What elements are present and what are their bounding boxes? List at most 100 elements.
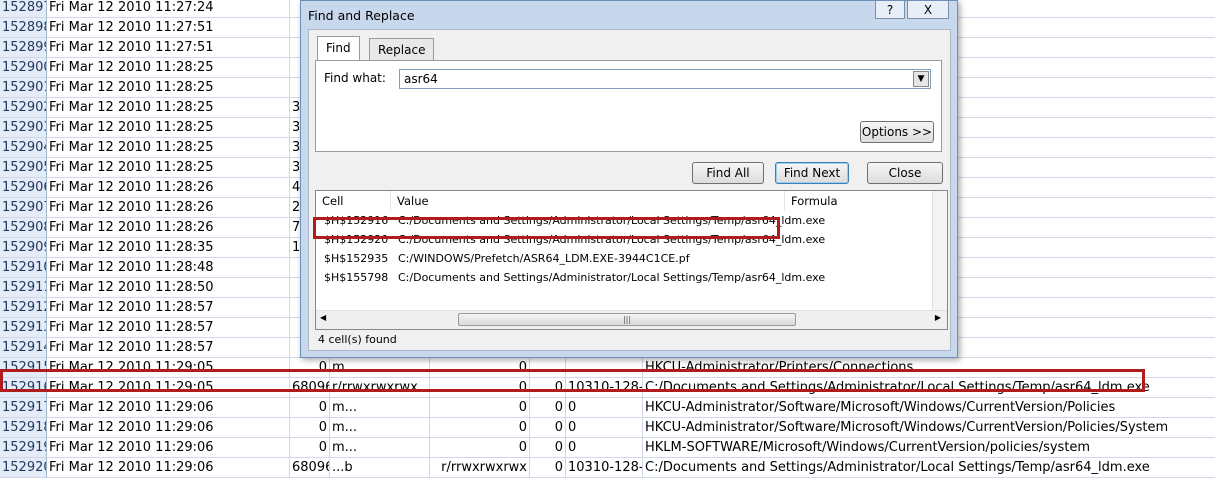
cell-e[interactable]: r/rrwxrwxrwx bbox=[430, 458, 530, 478]
cell-f[interactable]: 0 bbox=[530, 398, 566, 418]
column-header-cell[interactable]: Cell bbox=[316, 191, 391, 211]
cell-mode[interactable]: ...b bbox=[330, 458, 430, 478]
row-header[interactable]: 152905 bbox=[0, 158, 47, 178]
cell-path[interactable]: C:/Documents and Settings/Administrator/… bbox=[643, 458, 1215, 478]
row-header[interactable]: 152913 bbox=[0, 318, 47, 338]
cell-date[interactable]: Fri Mar 12 2010 11:28:50 bbox=[47, 278, 290, 298]
list-item[interactable]: $H$152935 C:/WINDOWS/Prefetch/ASR64_LDM.E… bbox=[316, 249, 947, 268]
cell-date[interactable]: Fri Mar 12 2010 11:28:25 bbox=[47, 78, 290, 98]
cell-mode[interactable]: m... bbox=[330, 418, 430, 438]
cell-f[interactable]: 0 bbox=[530, 418, 566, 438]
cell-g[interactable]: 10310-128-4 bbox=[566, 458, 643, 478]
find-next-button[interactable]: Find Next bbox=[775, 162, 849, 184]
row-header[interactable]: 152906 bbox=[0, 178, 47, 198]
cell-date[interactable]: Fri Mar 12 2010 11:28:25 bbox=[47, 58, 290, 78]
find-tab-panel: Find what: asr64 ▼ Options >> bbox=[315, 60, 942, 152]
cell-path[interactable]: HKCU-Administrator/Software/Microsoft/Wi… bbox=[643, 398, 1215, 418]
find-all-button[interactable]: Find All bbox=[692, 162, 764, 184]
cell-g[interactable]: 0 bbox=[566, 438, 643, 458]
cell-date[interactable]: Fri Mar 12 2010 11:29:06 bbox=[47, 418, 290, 438]
help-button[interactable]: ? bbox=[875, 1, 905, 19]
row-header[interactable]: 152901 bbox=[0, 78, 47, 98]
tab-replace[interactable]: Replace bbox=[369, 38, 435, 60]
row-header[interactable]: 152903 bbox=[0, 118, 47, 138]
row-header[interactable]: 152910 bbox=[0, 258, 47, 278]
row-header[interactable]: 152898 bbox=[0, 18, 47, 38]
cell-path[interactable]: HKCU-Administrator/Software/Microsoft/Wi… bbox=[643, 418, 1215, 438]
cell-mode[interactable]: m... bbox=[330, 398, 430, 418]
cell-e[interactable]: 0 bbox=[430, 398, 530, 418]
cell-date[interactable]: Fri Mar 12 2010 11:27:24 bbox=[47, 0, 290, 18]
row-header[interactable]: 152914 bbox=[0, 338, 47, 358]
cell-date[interactable]: Fri Mar 12 2010 11:28:25 bbox=[47, 158, 290, 178]
cell-date[interactable]: Fri Mar 12 2010 11:28:26 bbox=[47, 218, 290, 238]
table-row[interactable]: 152917 Fri Mar 12 2010 11:29:06 0 m... 0 0 0 HK… bbox=[0, 398, 1215, 418]
cell-g[interactable]: 0 bbox=[566, 418, 643, 438]
find-what-label: Find what: bbox=[324, 71, 386, 85]
table-row[interactable]: 152919 Fri Mar 12 2010 11:29:06 0 m... 0 0 0 HK… bbox=[0, 438, 1215, 458]
cell-date[interactable]: Fri Mar 12 2010 11:29:06 bbox=[47, 398, 290, 418]
row-header[interactable]: 152900 bbox=[0, 58, 47, 78]
cell-date[interactable]: Fri Mar 12 2010 11:29:06 bbox=[47, 458, 290, 478]
highlight-result-1 bbox=[313, 217, 780, 239]
horizontal-scrollbar[interactable]: ◀ ||| ▶ bbox=[316, 310, 947, 329]
cell-date[interactable]: Fri Mar 12 2010 11:28:25 bbox=[47, 118, 290, 138]
column-header-formula[interactable]: Formula bbox=[785, 191, 947, 211]
row-header[interactable]: 152907 bbox=[0, 198, 47, 218]
cell-path[interactable]: HKLM-SOFTWARE/Microsoft/Windows/CurrentV… bbox=[643, 438, 1215, 458]
cell-date[interactable]: Fri Mar 12 2010 11:28:48 bbox=[47, 258, 290, 278]
cell-date[interactable]: Fri Mar 12 2010 11:27:51 bbox=[47, 18, 290, 38]
cell-size[interactable]: 680960 bbox=[290, 458, 330, 478]
scroll-thumb[interactable]: ||| bbox=[458, 313, 796, 326]
cell-mode[interactable]: m... bbox=[330, 438, 430, 458]
cell-date[interactable]: Fri Mar 12 2010 11:28:57 bbox=[47, 338, 290, 358]
close-button[interactable]: Close bbox=[867, 162, 943, 184]
row-header[interactable]: 152909 bbox=[0, 238, 47, 258]
cell-size[interactable]: 0 bbox=[290, 418, 330, 438]
cell-date[interactable]: Fri Mar 12 2010 11:28:57 bbox=[47, 318, 290, 338]
cell-g[interactable]: 0 bbox=[566, 398, 643, 418]
scroll-left-icon[interactable]: ◀ bbox=[320, 313, 326, 322]
cell-date[interactable]: Fri Mar 12 2010 11:28:26 bbox=[47, 198, 290, 218]
cell-date[interactable]: Fri Mar 12 2010 11:29:06 bbox=[47, 438, 290, 458]
highlight-row-152916 bbox=[0, 369, 1145, 392]
row-header[interactable]: 152911 bbox=[0, 278, 47, 298]
options-button[interactable]: Options >> bbox=[860, 121, 934, 143]
row-header[interactable]: 152918 bbox=[0, 418, 47, 438]
table-row[interactable]: 152918 Fri Mar 12 2010 11:29:06 0 m... 0 0 0 HK… bbox=[0, 418, 1215, 438]
find-replace-dialog: Find and Replace ? X Find Replace Find w… bbox=[300, 0, 958, 358]
row-header[interactable]: 152917 bbox=[0, 398, 47, 418]
cell-f[interactable]: 0 bbox=[530, 458, 566, 478]
cell-e[interactable]: 0 bbox=[430, 418, 530, 438]
close-icon[interactable]: X bbox=[907, 1, 949, 19]
find-what-input[interactable]: asr64 ▼ bbox=[399, 69, 931, 89]
row-header[interactable]: 152899 bbox=[0, 38, 47, 58]
cell-date[interactable]: Fri Mar 12 2010 11:28:35 bbox=[47, 238, 290, 258]
row-header[interactable]: 152902 bbox=[0, 98, 47, 118]
vertical-scrollbar[interactable] bbox=[932, 191, 947, 311]
cell-date[interactable]: Fri Mar 12 2010 11:28:25 bbox=[47, 98, 290, 118]
row-header[interactable]: 152908 bbox=[0, 218, 47, 238]
column-header-value[interactable]: Value bbox=[391, 191, 785, 211]
results-list[interactable]: Cell Value Formula $H$152916 C:/Documents… bbox=[315, 190, 948, 330]
scroll-right-icon[interactable]: ▶ bbox=[935, 313, 941, 322]
chevron-down-icon[interactable]: ▼ bbox=[913, 71, 929, 87]
row-header[interactable]: 152912 bbox=[0, 298, 47, 318]
cell-e[interactable]: 0 bbox=[430, 438, 530, 458]
tab-find[interactable]: Find bbox=[317, 36, 360, 61]
cell-size[interactable]: 0 bbox=[290, 438, 330, 458]
status-text: 4 cell(s) found bbox=[318, 333, 397, 346]
cell-date[interactable]: Fri Mar 12 2010 11:28:25 bbox=[47, 138, 290, 158]
cell-date[interactable]: Fri Mar 12 2010 11:28:26 bbox=[47, 178, 290, 198]
result-value: C:/Documents and Settings/Administrator/… bbox=[398, 271, 826, 284]
cell-size[interactable]: 0 bbox=[290, 398, 330, 418]
row-header[interactable]: 152919 bbox=[0, 438, 47, 458]
cell-date[interactable]: Fri Mar 12 2010 11:28:57 bbox=[47, 298, 290, 318]
list-item[interactable]: $H$155798 C:/Documents and Settings/Admin… bbox=[316, 268, 947, 287]
table-row[interactable]: 152920Fri Mar 12 2010 11:29:06680960...b… bbox=[0, 458, 1215, 478]
row-header[interactable]: 152904 bbox=[0, 138, 47, 158]
row-header[interactable]: 152920 bbox=[0, 458, 47, 478]
cell-f[interactable]: 0 bbox=[530, 438, 566, 458]
cell-date[interactable]: Fri Mar 12 2010 11:27:51 bbox=[47, 38, 290, 58]
row-header[interactable]: 152897 bbox=[0, 0, 47, 18]
